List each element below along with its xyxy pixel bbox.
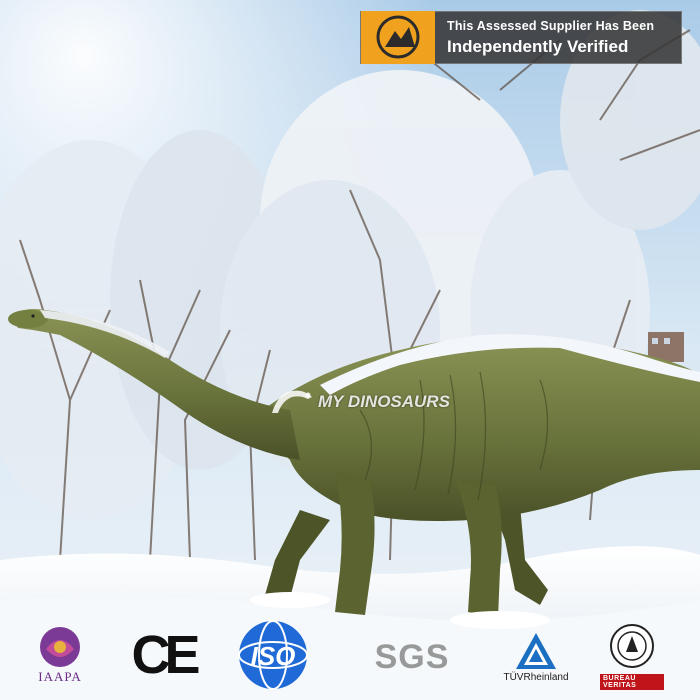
iso-logo: ISO xyxy=(232,616,314,694)
bureau-veritas-icon xyxy=(610,624,654,668)
badge-line-2: Independently Verified xyxy=(447,36,629,56)
sgs-logo: SGS xyxy=(362,624,462,690)
badge-line-1: This Assessed Supplier Has Been xyxy=(447,18,655,33)
iaapa-logo: IAAPA xyxy=(30,620,90,690)
winter-scene xyxy=(0,0,700,700)
verified-supplier-icon xyxy=(361,11,435,64)
bureau-veritas-logo: BUREAU VERITAS xyxy=(600,618,664,694)
verified-supplier-badge: This Assessed Supplier Has Been Independ… xyxy=(360,11,682,64)
watermark-text: MY DINOSAURS xyxy=(318,392,450,411)
tuv-logo-icon xyxy=(516,633,556,669)
iaapa-logo-icon xyxy=(40,627,80,667)
dinosaur-logo-icon xyxy=(272,390,312,413)
sgs-logo-icon: SGS xyxy=(374,637,450,676)
bureau-veritas-label: BUREAU VERITAS xyxy=(600,674,664,690)
iso-label: ISO xyxy=(251,641,296,671)
iso-logo-icon: ISO xyxy=(238,620,308,690)
certification-row: IAAPA CE ISO SGS TÜVRheinland BUREAU VER… xyxy=(0,612,700,700)
ce-mark: CE xyxy=(118,620,208,690)
iaapa-label: IAAPA xyxy=(38,669,82,684)
brand-watermark: MY DINOSAURS xyxy=(268,383,450,421)
ce-mark-icon: CE xyxy=(131,625,200,685)
tuv-logo: TÜVRheinland xyxy=(496,620,576,694)
tuv-label: TÜVRheinland xyxy=(503,672,569,683)
